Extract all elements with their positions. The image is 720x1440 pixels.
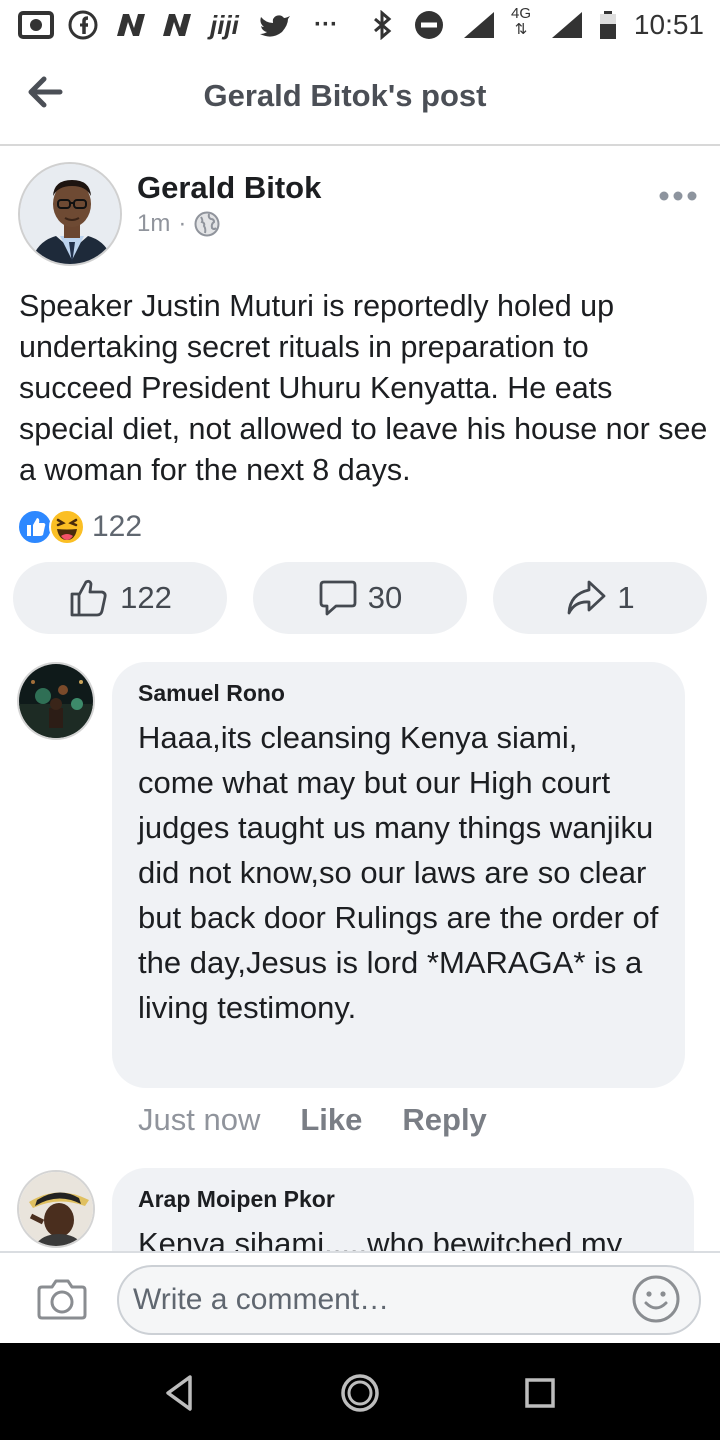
- comment-icon: [319, 580, 357, 616]
- page-title: Gerald Bitok's post: [203, 78, 487, 113]
- comment-like-button[interactable]: Like: [300, 1102, 362, 1138]
- status-bar: jiji ··· 4G ⇅ 10:51: [0, 0, 720, 50]
- comment-actions: Just now Like Reply: [138, 1102, 487, 1138]
- share-icon: [567, 580, 606, 615]
- jiji-notification-icon: jiji: [210, 10, 239, 40]
- like-button[interactable]: 122: [13, 562, 227, 634]
- haha-reaction-icon: [49, 509, 85, 545]
- comment-input[interactable]: [117, 1265, 701, 1335]
- like-count: 122: [120, 580, 172, 615]
- gallery-notification-icon: [18, 11, 54, 39]
- nav-back-icon[interactable]: [158, 1371, 202, 1415]
- signal-icon: [464, 12, 494, 38]
- author-name[interactable]: Gerald Bitok: [137, 170, 321, 206]
- comment-text: Haaa,its cleansing Kenya siami, come wha…: [138, 720, 659, 1025]
- comment-clip: Arap Moipen Pkor Kenya sihami.....who be…: [0, 1168, 720, 1251]
- do-not-disturb-icon: [415, 11, 443, 39]
- n-notification-icon: [117, 14, 145, 36]
- n-notification-icon: [163, 14, 191, 36]
- post-time[interactable]: 1m: [137, 210, 170, 238]
- 4g-icon: 4G ⇅: [510, 5, 531, 38]
- comment-bubble[interactable]: Arap Moipen Pkor Kenya sihami.....who be…: [112, 1168, 694, 1251]
- meta-separator: ·: [178, 210, 187, 237]
- comment-count: 30: [367, 580, 403, 615]
- emoji-icon[interactable]: [630, 1273, 682, 1325]
- facebook-notification-icon: [68, 10, 98, 40]
- comment-button[interactable]: 30: [253, 562, 467, 634]
- commenter-name[interactable]: Arap Moipen Pkor: [138, 1186, 668, 1213]
- globe-icon: [194, 211, 220, 237]
- share-count: 1: [617, 580, 635, 615]
- android-nav-bar: [0, 1343, 720, 1440]
- comment-composer: [0, 1251, 720, 1343]
- reaction-count: 122: [92, 510, 143, 543]
- author-avatar[interactable]: [18, 162, 122, 266]
- more-notifications-icon: ···: [314, 11, 338, 38]
- app-bar: Gerald Bitok's post: [0, 50, 720, 146]
- author-photo: [20, 164, 120, 264]
- comment-reply-button[interactable]: Reply: [402, 1102, 486, 1138]
- like-icon: [70, 579, 107, 617]
- battery-icon: [600, 11, 616, 39]
- reaction-summary[interactable]: 122: [16, 507, 142, 547]
- camera-icon[interactable]: [36, 1277, 88, 1321]
- post-text: Speaker Justin Muturi is reportedly hole…: [19, 289, 708, 487]
- more-options-icon[interactable]: [658, 184, 698, 208]
- nav-recents-icon[interactable]: [518, 1371, 562, 1415]
- comment-bubble[interactable]: Samuel Rono Haaa,its cleansing Kenya sia…: [112, 662, 685, 1088]
- share-button[interactable]: 1: [493, 562, 707, 634]
- commenter-name[interactable]: Samuel Rono: [138, 680, 659, 707]
- comment-time: Just now: [138, 1102, 261, 1137]
- post-meta: 1m ·: [137, 210, 220, 238]
- commenter-avatar[interactable]: [17, 662, 95, 740]
- bluetooth-icon: [374, 10, 392, 40]
- clock: 10:51: [633, 9, 704, 40]
- comment-text: Kenya sihami.....who bewitched my: [138, 1226, 623, 1251]
- signal-icon: [552, 12, 582, 38]
- nav-home-icon[interactable]: [338, 1371, 382, 1415]
- commenter-photo: [19, 664, 93, 738]
- twitter-notification-icon: [260, 15, 290, 37]
